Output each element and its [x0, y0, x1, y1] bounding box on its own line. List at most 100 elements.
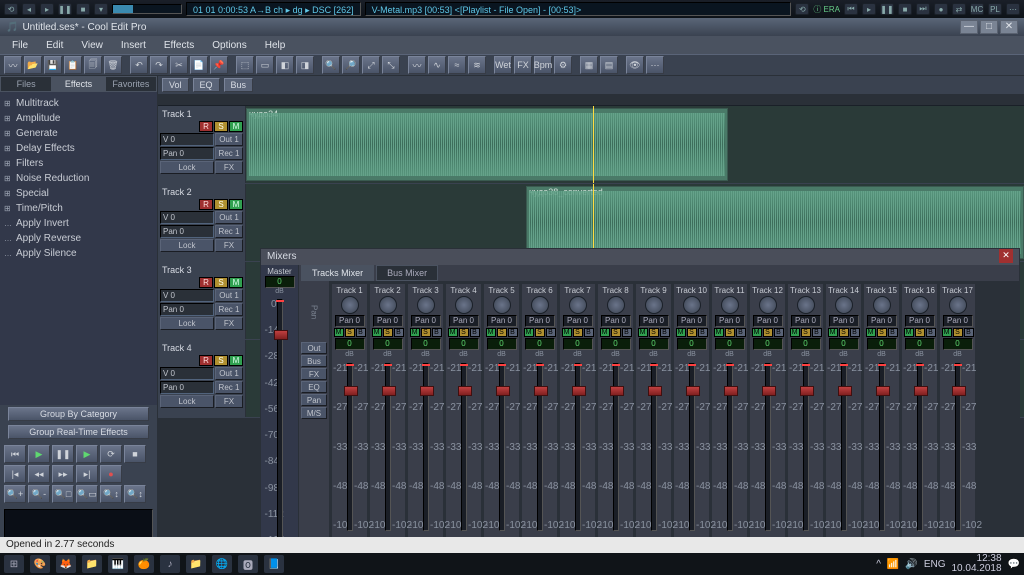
toolbar-button[interactable]: ▤	[600, 56, 618, 74]
pan-knob[interactable]	[949, 296, 967, 314]
minimize-button[interactable]: —	[960, 20, 978, 34]
toolbar-button[interactable]: ⬚	[236, 56, 254, 74]
transport-play[interactable]: ▶	[28, 445, 50, 463]
toolbar-button[interactable]: 📂	[24, 56, 42, 74]
track-solo-button[interactable]: S	[214, 277, 228, 288]
pan-knob[interactable]	[379, 296, 397, 314]
ch-mute[interactable]: M	[790, 328, 800, 337]
ch-solo[interactable]: S	[725, 328, 735, 337]
ch-solo[interactable]: S	[687, 328, 697, 337]
mixer-side-m/s[interactable]: M/S	[301, 407, 327, 419]
track-fx-button[interactable]: FX	[215, 317, 243, 330]
tree-branch[interactable]: Multitrack	[2, 96, 155, 111]
tree-leaf[interactable]: Apply Silence	[2, 246, 155, 261]
track-fx-button[interactable]: FX	[215, 161, 243, 174]
tree-leaf[interactable]: Apply Invert	[2, 216, 155, 231]
ch-bus[interactable]: B	[356, 328, 366, 337]
track-record-button[interactable]: R	[199, 355, 213, 366]
ch-bus[interactable]: B	[660, 328, 670, 337]
toolbar-button[interactable]: 🔍	[322, 56, 340, 74]
ch-solo[interactable]: S	[801, 328, 811, 337]
channel-fader[interactable]	[651, 363, 657, 531]
menu-help[interactable]: Help	[257, 38, 294, 53]
pan-knob[interactable]	[607, 296, 625, 314]
ch-solo[interactable]: S	[877, 328, 887, 337]
channel-fader[interactable]	[879, 363, 885, 531]
ch-bus[interactable]: B	[774, 328, 784, 337]
menu-effects[interactable]: Effects	[156, 38, 202, 53]
player-prev-icon[interactable]: ⟲	[4, 3, 18, 15]
track-rec-button[interactable]: Rec 1	[215, 225, 243, 238]
toolbar-button[interactable]: ◧	[276, 56, 294, 74]
tray-lang[interactable]: ENG	[924, 559, 946, 570]
channel-fader[interactable]	[765, 363, 771, 531]
toolbar-button[interactable]: ▭	[256, 56, 274, 74]
pan-knob[interactable]	[645, 296, 663, 314]
ch-solo[interactable]: S	[611, 328, 621, 337]
channel-fader[interactable]	[347, 363, 353, 531]
ch-bus[interactable]: B	[508, 328, 518, 337]
toolbar-button[interactable]: 📄	[190, 56, 208, 74]
ch-bus[interactable]: B	[622, 328, 632, 337]
player-btn[interactable]: ■	[898, 3, 912, 15]
player-btn[interactable]: ■	[76, 3, 90, 15]
toolbar-button[interactable]: ✂	[170, 56, 188, 74]
player-mode[interactable]: PL	[988, 3, 1002, 15]
master-fader[interactable]	[277, 299, 283, 546]
channel-fader[interactable]	[385, 363, 391, 531]
pan-knob[interactable]	[493, 296, 511, 314]
menu-view[interactable]: View	[73, 38, 111, 53]
transport-record[interactable]: ●	[100, 465, 122, 483]
pan-knob[interactable]	[455, 296, 473, 314]
player-btn[interactable]: ⏮	[844, 3, 858, 15]
toolbar-button[interactable]: ⋯	[646, 56, 664, 74]
channel-fader[interactable]	[727, 363, 733, 531]
player-btn[interactable]: ▾	[94, 3, 108, 15]
ch-mute[interactable]: M	[448, 328, 458, 337]
player-mode[interactable]: ⋯	[1006, 3, 1020, 15]
ch-bus[interactable]: B	[546, 328, 556, 337]
transport-ff-start[interactable]: |◂	[4, 465, 26, 483]
mixer-tab-bus[interactable]: Bus Mixer	[376, 265, 438, 281]
ch-mute[interactable]: M	[524, 328, 534, 337]
toolbar-button[interactable]: ≋	[468, 56, 486, 74]
group-by-category-button[interactable]: Group By Category	[8, 407, 149, 421]
toolbar-button[interactable]: 💾	[44, 56, 62, 74]
player-progress[interactable]	[112, 4, 182, 14]
ch-solo[interactable]: S	[459, 328, 469, 337]
toolbar-button[interactable]: ↷	[150, 56, 168, 74]
toolbar-button[interactable]: ◨	[296, 56, 314, 74]
transport-stop[interactable]: ■	[124, 445, 146, 463]
ch-mute[interactable]: M	[562, 328, 572, 337]
ch-solo[interactable]: S	[953, 328, 963, 337]
pan-knob[interactable]	[417, 296, 435, 314]
ch-mute[interactable]: M	[904, 328, 914, 337]
ch-bus[interactable]: B	[432, 328, 442, 337]
ch-mute[interactable]: M	[600, 328, 610, 337]
ch-bus[interactable]: B	[394, 328, 404, 337]
toolbar-button[interactable]: 📌	[210, 56, 228, 74]
tree-branch[interactable]: Filters	[2, 156, 155, 171]
taskbar-app[interactable]: 📁	[82, 555, 102, 573]
pan-knob[interactable]	[531, 296, 549, 314]
playhead[interactable]	[593, 106, 594, 183]
tab-effects[interactable]: Effects	[52, 76, 104, 92]
ch-bus[interactable]: B	[850, 328, 860, 337]
ch-mute[interactable]: M	[714, 328, 724, 337]
toolbar-button[interactable]: ⤡	[382, 56, 400, 74]
zoom-out-v[interactable]: 🔍↕	[124, 485, 146, 503]
track-lock-button[interactable]: Lock	[160, 317, 214, 330]
close-button[interactable]: ✕	[1000, 20, 1018, 34]
pan-knob[interactable]	[911, 296, 929, 314]
menu-insert[interactable]: Insert	[113, 38, 154, 53]
toolbar-button[interactable]: 🗑	[104, 56, 122, 74]
track-lock-button[interactable]: Lock	[160, 239, 214, 252]
toolbar-button[interactable]: 📋	[64, 56, 82, 74]
ch-bus[interactable]: B	[470, 328, 480, 337]
mixer-side-bus[interactable]: Bus	[301, 355, 327, 367]
player-btn[interactable]: ❚❚	[58, 3, 72, 15]
transport-ff-end[interactable]: ▸|	[76, 465, 98, 483]
player-btn[interactable]: ❚❚	[880, 3, 894, 15]
channel-fader[interactable]	[917, 363, 923, 531]
channel-fader[interactable]	[461, 363, 467, 531]
